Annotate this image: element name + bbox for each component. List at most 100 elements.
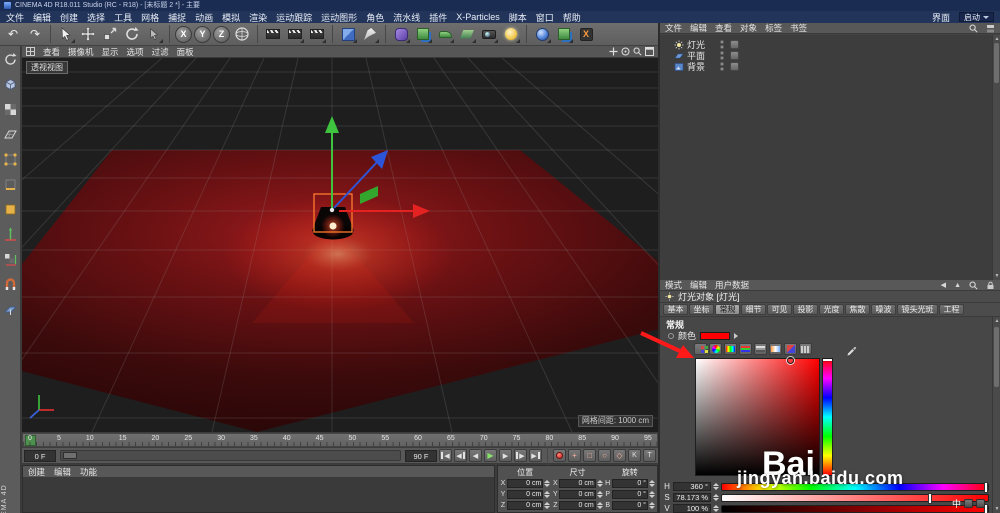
record-scale-toggle[interactable]: □ xyxy=(583,449,596,462)
menu-item[interactable]: 运动图形 xyxy=(321,11,357,24)
expand-icon[interactable] xyxy=(734,332,739,339)
viewport-menu-item[interactable]: 面板 xyxy=(177,46,194,58)
object-row-background[interactable]: 背景 xyxy=(660,61,992,72)
redo-button[interactable]: ↷ xyxy=(25,24,45,44)
texture-mode-button[interactable] xyxy=(1,100,19,118)
om-menu-item[interactable]: 书签 xyxy=(790,22,807,34)
add-sky-button[interactable] xyxy=(532,24,552,44)
end-frame-field[interactable]: 90 F xyxy=(405,449,437,462)
spectrum-icon[interactable] xyxy=(724,343,737,355)
history-up-icon[interactable]: ▲ xyxy=(954,282,961,289)
hue-value-field[interactable]: 360 ° xyxy=(673,482,711,491)
texture-axis-mode-button[interactable] xyxy=(1,250,19,268)
prev-frame-button[interactable]: ◀ xyxy=(469,449,482,462)
spinner[interactable] xyxy=(648,480,655,487)
hue-strip[interactable] xyxy=(822,358,833,476)
object-manager-scrollbar[interactable]: ▲ ▼ xyxy=(992,35,1000,280)
history-back-icon[interactable]: ◀ xyxy=(941,281,946,289)
record-parameter-toggle[interactable]: ◇ xyxy=(613,449,626,462)
menu-item[interactable]: 角色 xyxy=(366,11,384,24)
gizmo-origin[interactable] xyxy=(329,207,335,213)
menu-item[interactable]: 流水线 xyxy=(393,11,420,24)
rotate-button[interactable] xyxy=(122,24,142,44)
menu-item[interactable]: 选择 xyxy=(87,11,105,24)
search-icon[interactable] xyxy=(969,24,978,33)
scroll-down-icon[interactable]: ▼ xyxy=(994,273,1000,279)
spinner[interactable] xyxy=(648,502,655,509)
autokey-button[interactable]: K xyxy=(628,449,641,462)
add-camera-button[interactable] xyxy=(479,24,499,44)
mograph-button[interactable] xyxy=(554,24,574,44)
play-button[interactable]: ▶ xyxy=(484,449,497,462)
move-button[interactable] xyxy=(78,24,98,44)
prev-key-button[interactable]: ◀ xyxy=(454,449,467,462)
lock-y-axis-button[interactable]: Y xyxy=(194,25,211,43)
layout-select[interactable]: 启动 xyxy=(959,12,994,22)
attribute-tab[interactable]: 噪波 xyxy=(871,304,896,315)
viewport-menu-item[interactable]: 过滤 xyxy=(152,46,169,58)
kelvin-icon[interactable] xyxy=(769,343,782,355)
spinner[interactable] xyxy=(544,502,551,509)
visibility-toggles[interactable] xyxy=(720,40,725,49)
add-primitive-button[interactable] xyxy=(338,24,358,44)
rotation-p-field[interactable]: 0 ° xyxy=(611,490,648,499)
model-mode-button[interactable] xyxy=(1,75,19,93)
attribute-tab[interactable]: 坐标 xyxy=(689,304,714,315)
menu-item[interactable]: 工具 xyxy=(114,11,132,24)
pan-view-icon[interactable] xyxy=(609,47,618,56)
menu-item[interactable]: 网格 xyxy=(141,11,159,24)
viewport-label[interactable]: 透视视图 xyxy=(26,61,68,74)
brightness-slider[interactable] xyxy=(721,503,989,513)
position-y-field[interactable]: 0 cm xyxy=(507,490,544,499)
spinner[interactable] xyxy=(596,502,603,509)
attribute-tab[interactable]: 基本 xyxy=(663,304,688,315)
attribute-scrollbar[interactable]: ▲ ▼ xyxy=(992,317,1000,513)
add-floor-button[interactable] xyxy=(457,24,477,44)
undo-button[interactable]: ↶ xyxy=(3,24,23,44)
menu-item[interactable]: 捕捉 xyxy=(168,11,186,24)
saturation-value-field[interactable]: 78.173 % xyxy=(673,493,711,502)
size-z-field[interactable]: 0 cm xyxy=(559,501,596,510)
object-tag-icon[interactable] xyxy=(730,51,740,60)
om-menu-item[interactable]: 编辑 xyxy=(690,22,707,34)
saturation-slider[interactable] xyxy=(721,492,989,504)
menu-item[interactable]: 动画 xyxy=(195,11,213,24)
viewport-menu-item[interactable]: 选项 xyxy=(127,46,144,58)
om-menu-item[interactable]: 查看 xyxy=(715,22,732,34)
layers-icon[interactable] xyxy=(986,24,995,33)
workplane-button[interactable] xyxy=(1,300,19,318)
polygons-mode-button[interactable] xyxy=(1,200,19,218)
add-array-button[interactable] xyxy=(413,24,433,44)
frame-range-slider[interactable] xyxy=(60,450,401,461)
material-menu-item[interactable]: 功能 xyxy=(80,466,97,478)
menu-item[interactable]: 运动跟踪 xyxy=(276,11,312,24)
material-menu-item[interactable]: 创建 xyxy=(28,466,45,478)
lock-icon[interactable] xyxy=(986,281,995,290)
viewport-canvas[interactable] xyxy=(0,57,933,433)
menu-item[interactable]: 模拟 xyxy=(222,11,240,24)
timeline-ruler[interactable]: 05 10 15 20 25 30 35 40 45 50 55 60 65 70 75 80… xyxy=(22,433,658,447)
size-y-field[interactable]: 0 cm xyxy=(559,490,596,499)
color-mixer-icon[interactable] xyxy=(784,343,797,355)
menu-item[interactable]: 脚本 xyxy=(509,11,527,24)
ime-indicator[interactable]: 中 xyxy=(952,497,986,510)
zoom-view-icon[interactable] xyxy=(633,47,642,56)
menu-item[interactable]: 帮助 xyxy=(563,11,581,24)
menu-item[interactable]: X-Particles xyxy=(456,12,500,22)
spinner[interactable] xyxy=(544,491,551,498)
object-tag-icon[interactable] xyxy=(730,62,740,71)
attribute-tab[interactable]: 细节 xyxy=(741,304,766,315)
attribute-tab[interactable]: 镜头光斑 xyxy=(897,304,938,315)
material-menu-item[interactable]: 编辑 xyxy=(54,466,71,478)
add-subdivision-surface-button[interactable] xyxy=(391,24,411,44)
rgb-sliders-icon[interactable] xyxy=(739,343,752,355)
edges-mode-button[interactable] xyxy=(1,175,19,193)
attribute-tab[interactable]: 工程 xyxy=(939,304,964,315)
spinner[interactable] xyxy=(713,494,719,501)
menu-item[interactable]: 文件 xyxy=(6,11,24,24)
lock-z-axis-button[interactable]: Z xyxy=(213,25,230,43)
scroll-up-icon[interactable]: ▲ xyxy=(994,318,1000,324)
render-to-picture-viewer-button[interactable] xyxy=(285,24,305,44)
add-light-button[interactable] xyxy=(501,24,521,44)
menu-item[interactable]: 渲染 xyxy=(249,11,267,24)
